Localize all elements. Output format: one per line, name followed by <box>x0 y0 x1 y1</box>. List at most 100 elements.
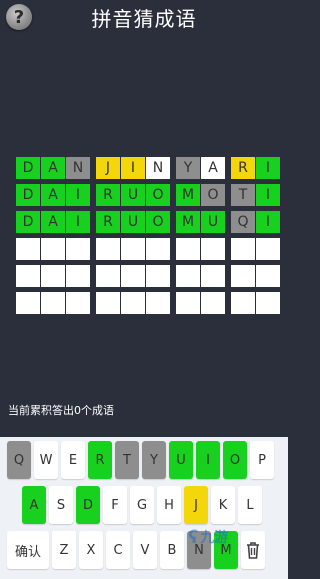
letter-cell <box>41 265 65 287</box>
letter-cell <box>96 265 120 287</box>
keyboard-row: 确认 Z X C V B N M <box>7 531 265 569</box>
letter-cell: I <box>66 211 90 233</box>
syllable-group: DAI <box>16 184 90 206</box>
key-o[interactable]: O <box>223 441 247 479</box>
key-r[interactable]: R <box>88 441 112 479</box>
letter-cell <box>66 292 90 314</box>
key-d[interactable]: D <box>76 486 100 524</box>
letter-cell: I <box>256 184 280 206</box>
key-z[interactable]: Z <box>52 531 76 569</box>
syllable-group <box>16 238 90 260</box>
key-g[interactable]: G <box>130 486 154 524</box>
letter-cell: U <box>201 211 225 233</box>
letter-cell: I <box>121 157 145 179</box>
letter-cell: A <box>41 157 65 179</box>
letter-cell: R <box>96 184 120 206</box>
letter-cell <box>256 265 280 287</box>
letter-cell <box>146 292 170 314</box>
letter-cell <box>176 238 200 260</box>
letter-cell <box>176 292 200 314</box>
letter-cell: U <box>121 184 145 206</box>
letter-cell: R <box>96 211 120 233</box>
letter-cell <box>121 265 145 287</box>
key-l[interactable]: L <box>238 486 262 524</box>
syllable-group <box>176 292 225 314</box>
letter-cell: D <box>16 157 40 179</box>
letter-cell: O <box>146 211 170 233</box>
letter-cell <box>201 292 225 314</box>
key-j[interactable]: J <box>184 486 208 524</box>
key-c[interactable]: C <box>106 531 130 569</box>
letter-cell: I <box>256 157 280 179</box>
board-row: DANJINYARI <box>16 157 280 179</box>
key-n[interactable]: N <box>187 531 211 569</box>
syllable-group: YA <box>176 157 225 179</box>
letter-cell <box>66 265 90 287</box>
letter-cell: I <box>256 211 280 233</box>
key-u[interactable]: U <box>169 441 193 479</box>
syllable-group: QI <box>231 211 280 233</box>
syllable-group: DAN <box>16 157 90 179</box>
key-e[interactable]: E <box>61 441 85 479</box>
keyboard-row: ASDFGHJKL <box>22 486 262 524</box>
key-q[interactable]: Q <box>7 441 31 479</box>
board-row: DAIRUOMOTI <box>16 184 280 206</box>
letter-cell: M <box>176 184 200 206</box>
keyboard-row: QWERTYUIOP <box>7 441 274 479</box>
score-status: 当前累积答出0个成语 <box>8 404 114 417</box>
letter-cell <box>256 238 280 260</box>
syllable-group: MO <box>176 184 225 206</box>
letter-cell: Y <box>176 157 200 179</box>
key-w[interactable]: W <box>34 441 58 479</box>
delete-key[interactable] <box>241 531 265 569</box>
board-row <box>16 238 280 260</box>
letter-cell <box>121 292 145 314</box>
letter-cell: U <box>121 211 145 233</box>
letter-cell <box>201 265 225 287</box>
letter-cell <box>16 292 40 314</box>
letter-cell: D <box>16 184 40 206</box>
board-row <box>16 292 280 314</box>
key-t[interactable]: T <box>115 441 139 479</box>
key-k[interactable]: K <box>211 486 235 524</box>
letter-cell <box>231 292 255 314</box>
syllable-group: TI <box>231 184 280 206</box>
letter-cell: A <box>41 211 65 233</box>
letter-cell <box>231 265 255 287</box>
syllable-group <box>176 238 225 260</box>
letter-cell: N <box>66 157 90 179</box>
key-f[interactable]: F <box>103 486 127 524</box>
syllable-group: MU <box>176 211 225 233</box>
confirm-key[interactable]: 确认 <box>7 531 49 569</box>
letter-cell <box>66 238 90 260</box>
key-s[interactable]: S <box>49 486 73 524</box>
key-m[interactable]: M <box>214 531 238 569</box>
syllable-group <box>96 292 170 314</box>
letter-cell <box>41 292 65 314</box>
syllable-group <box>16 292 90 314</box>
letter-cell <box>16 238 40 260</box>
letter-cell <box>121 238 145 260</box>
syllable-group: DAI <box>16 211 90 233</box>
trash-icon <box>247 542 259 559</box>
key-v[interactable]: V <box>133 531 157 569</box>
key-a[interactable]: A <box>22 486 46 524</box>
letter-cell: O <box>146 184 170 206</box>
syllable-group: RUO <box>96 184 170 206</box>
key-b[interactable]: B <box>160 531 184 569</box>
key-i[interactable]: I <box>196 441 220 479</box>
letter-cell: O <box>201 184 225 206</box>
guess-board: DANJINYARIDAIRUOMOTIDAIRUOMUQI <box>16 157 280 319</box>
letter-cell <box>41 238 65 260</box>
key-p[interactable]: P <box>250 441 274 479</box>
letter-cell: M <box>176 211 200 233</box>
syllable-group <box>231 265 280 287</box>
syllable-group <box>231 292 280 314</box>
syllable-group <box>96 265 170 287</box>
key-y[interactable]: Y <box>142 441 166 479</box>
letter-cell <box>176 265 200 287</box>
letter-cell <box>16 265 40 287</box>
key-x[interactable]: X <box>79 531 103 569</box>
key-h[interactable]: H <box>157 486 181 524</box>
letter-cell: J <box>96 157 120 179</box>
